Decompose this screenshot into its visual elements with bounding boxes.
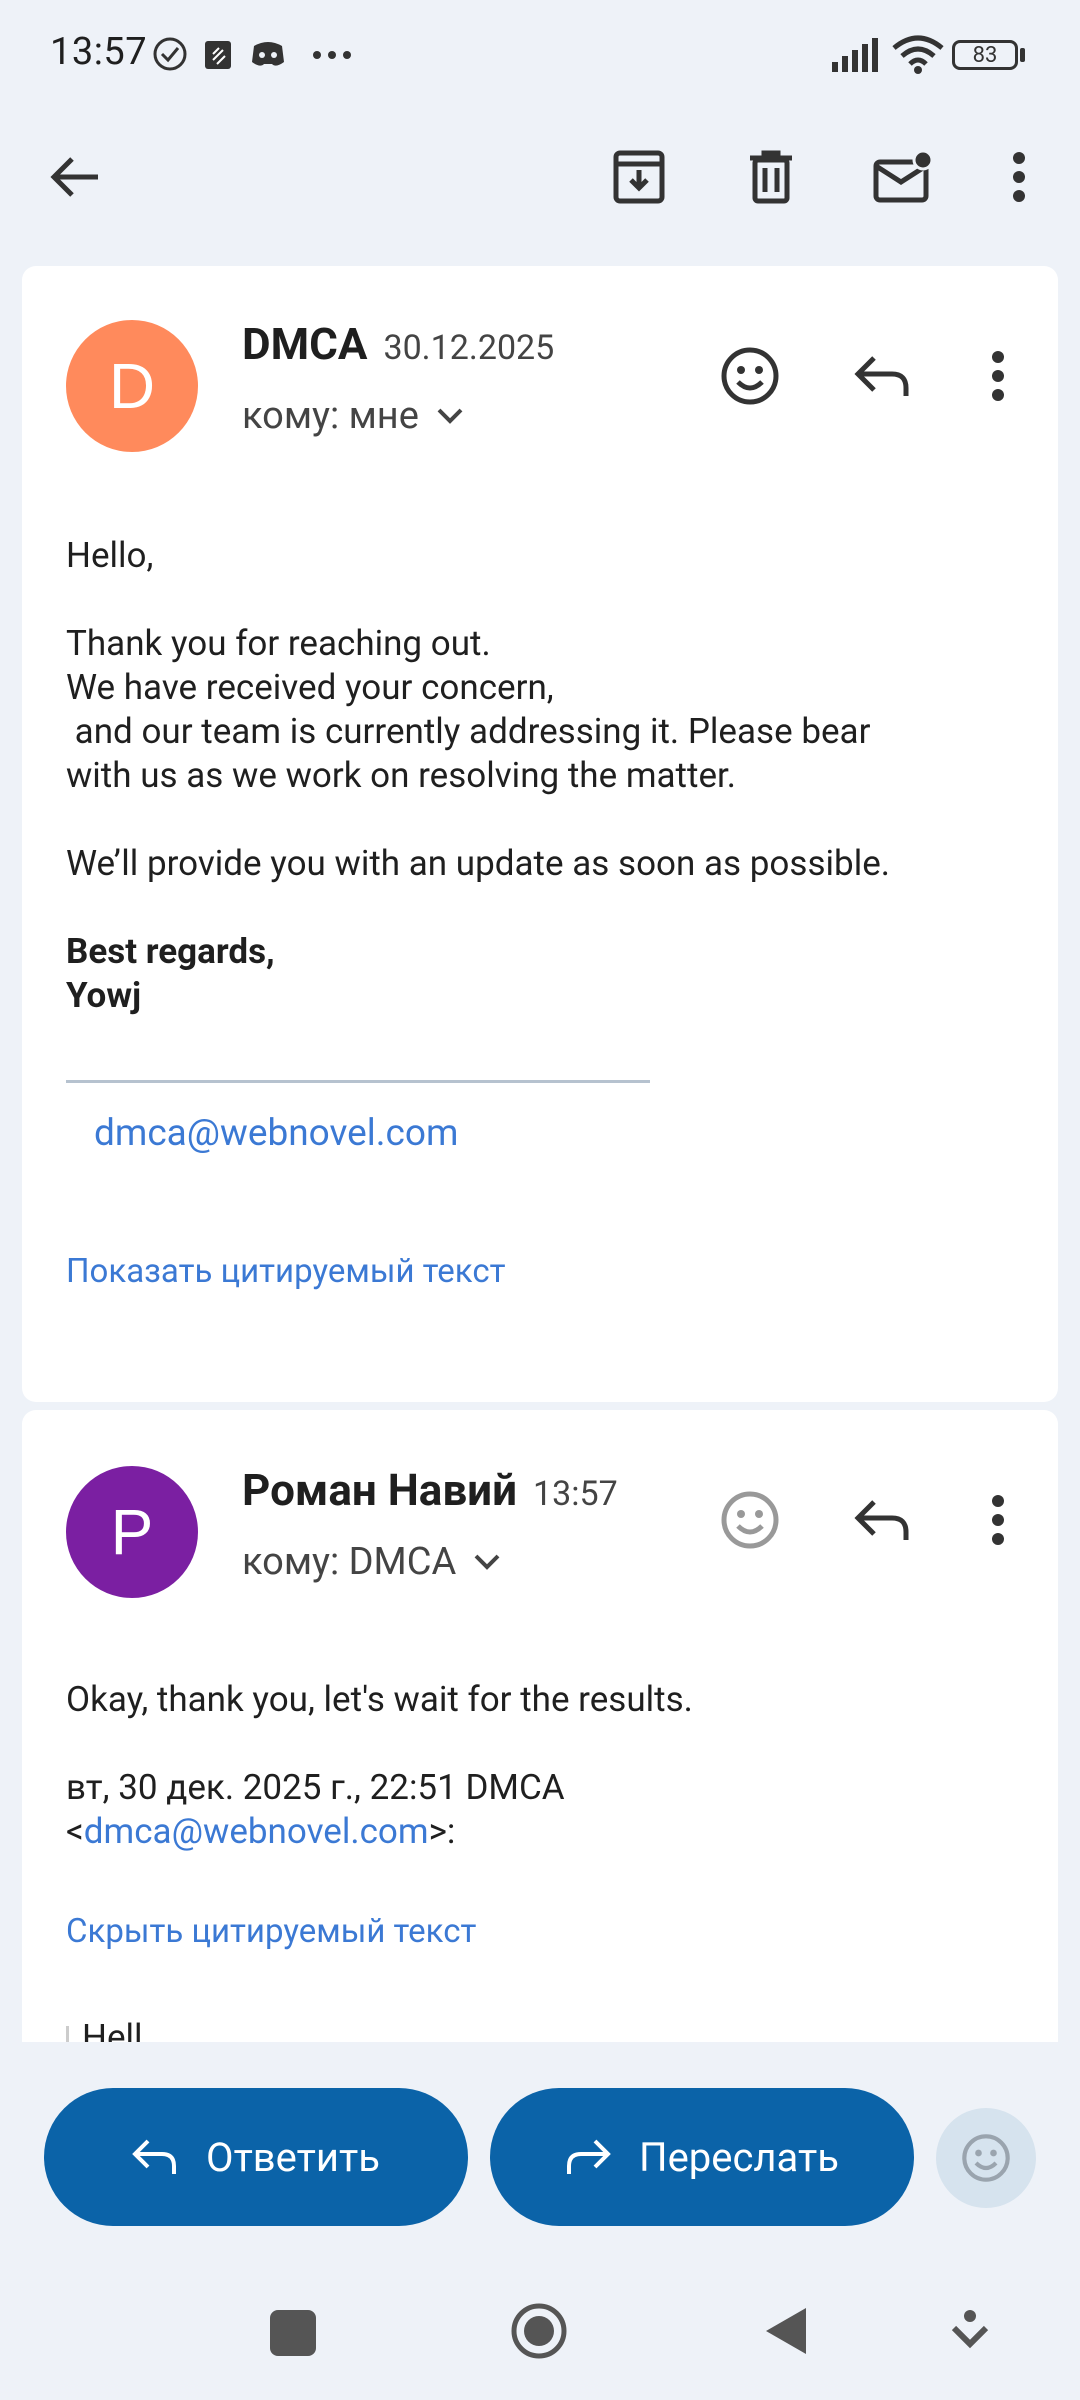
body-line: We’ll provide you with an update as soon… — [66, 843, 890, 884]
emoji-icon — [721, 347, 779, 405]
delete-icon — [750, 150, 792, 204]
email-link[interactable]: dmca@webnovel.com — [84, 1811, 429, 1852]
reply-button[interactable] — [842, 336, 922, 416]
message-body: Hello, Thank you for reaching out. We ha… — [66, 534, 1026, 1018]
sender-name[interactable]: DMCA — [242, 318, 367, 370]
more-dots-icon — [313, 51, 351, 59]
download-arrow-icon — [951, 2310, 989, 2349]
back-triangle-icon — [766, 2308, 806, 2354]
signoff: Best regards, — [66, 931, 275, 972]
forward-button[interactable]: Переслать — [490, 2088, 914, 2226]
body-greeting: Hello, — [66, 535, 154, 576]
forward-icon — [567, 2139, 611, 2174]
avatar[interactable]: P — [66, 1466, 198, 1598]
body-line: Okay, thank you, let's wait for the resu… — [66, 1679, 693, 1720]
gt-sign: >: — [428, 1811, 456, 1852]
reply-icon — [854, 1500, 909, 1540]
reply-button[interactable] — [842, 1480, 922, 1560]
emoji-icon — [962, 2134, 1010, 2182]
avatar[interactable]: D — [66, 320, 198, 452]
mark-unread-button[interactable] — [858, 132, 948, 222]
signal-icon — [832, 38, 878, 72]
forward-label: Переслать — [639, 2133, 839, 2181]
reply-label: Ответить — [206, 2133, 380, 2181]
message-date: 30.12.2025 — [383, 328, 555, 368]
discord-icon — [252, 42, 284, 66]
signature-divider — [66, 1080, 650, 1083]
email-link[interactable]: dmca@webnovel.com — [94, 1112, 458, 1155]
quote-bar — [66, 2026, 69, 2042]
battery-level: 83 — [972, 42, 998, 68]
signoff-name: Yowj — [66, 975, 142, 1016]
react-emoji-fab[interactable] — [936, 2108, 1036, 2208]
message-date: 13:57 — [533, 1474, 618, 1514]
more-vert-icon — [992, 1495, 1004, 1545]
message-body: Okay, thank you, let's wait for the resu… — [66, 1678, 1026, 1854]
more-vert-icon — [1013, 152, 1025, 202]
recipient-label: кому: мне — [242, 394, 419, 438]
recipient-label: кому: DMCA — [242, 1540, 457, 1584]
quote-header-email-row: <dmca@webnovel.com>: — [66, 1810, 1026, 1854]
nav-extra-button[interactable] — [950, 2308, 990, 2352]
message-more-button[interactable] — [958, 336, 1038, 416]
recents-button[interactable] — [270, 2310, 316, 2356]
reply-all-button[interactable]: Ответить — [44, 2088, 468, 2226]
recipient-toggle[interactable]: кому: DMCA — [242, 1540, 500, 1584]
sender-name[interactable]: Роман Навий — [242, 1464, 517, 1516]
avatar-letter: D — [108, 350, 156, 422]
notification-app-icon — [205, 41, 231, 69]
hide-quoted-text-link[interactable]: Скрыть цитируемый текст — [66, 1912, 476, 1951]
home-icon — [511, 2303, 567, 2359]
message-card-reply: P Роман Навий 13:57 кому: DMCA Okay, tha… — [22, 1410, 1058, 2042]
reply-icon — [132, 2139, 177, 2174]
check-circle-icon — [153, 37, 187, 71]
status-bar: 13:57 83 — [0, 0, 1080, 110]
sender-row: DMCA 30.12.2025 — [242, 318, 554, 370]
archive-icon — [613, 150, 665, 204]
recipient-toggle[interactable]: кому: мне — [242, 394, 463, 438]
emoji-icon — [721, 1491, 779, 1549]
body-line: Thank you for reaching out. — [66, 623, 491, 664]
battery-tip — [1020, 48, 1025, 62]
delete-button[interactable] — [726, 132, 816, 222]
body-line: We have received your concern, — [66, 667, 554, 708]
lt-sign: < — [66, 1811, 84, 1852]
back-nav-button[interactable] — [764, 2306, 808, 2356]
back-arrow-icon — [50, 157, 98, 197]
react-emoji-button[interactable] — [710, 1480, 790, 1560]
status-time: 13:57 — [50, 30, 148, 74]
archive-button[interactable] — [594, 132, 684, 222]
quote-header: вт, 30 дек. 2025 г., 22:51 DMCA — [66, 1767, 565, 1808]
sender-row: Роман Навий 13:57 — [242, 1464, 618, 1516]
battery-icon: 83 — [952, 40, 1018, 70]
mark-unread-icon — [873, 150, 933, 203]
body-line: with us as we work on resolving the matt… — [66, 755, 737, 796]
reply-icon — [854, 356, 909, 396]
chevron-down-icon — [437, 408, 463, 424]
quoted-text: Hell — [82, 2017, 143, 2042]
home-button[interactable] — [510, 2302, 568, 2360]
avatar-letter: P — [110, 1496, 154, 1568]
message-card-dmca: D DMCA 30.12.2025 кому: мне Hello, Thank… — [22, 266, 1058, 1402]
back-button[interactable] — [30, 132, 120, 222]
message-more-button[interactable] — [958, 1480, 1038, 1560]
chevron-down-icon — [474, 1554, 500, 1570]
wifi-icon — [892, 35, 944, 74]
more-options-button[interactable] — [974, 132, 1064, 222]
body-line: and our team is currently addressing it.… — [66, 711, 871, 752]
system-nav-bar — [0, 2260, 1080, 2400]
react-emoji-button[interactable] — [710, 336, 790, 416]
show-quoted-text-link[interactable]: Показать цитируемый текст — [66, 1252, 506, 1291]
more-vert-icon — [992, 351, 1004, 401]
